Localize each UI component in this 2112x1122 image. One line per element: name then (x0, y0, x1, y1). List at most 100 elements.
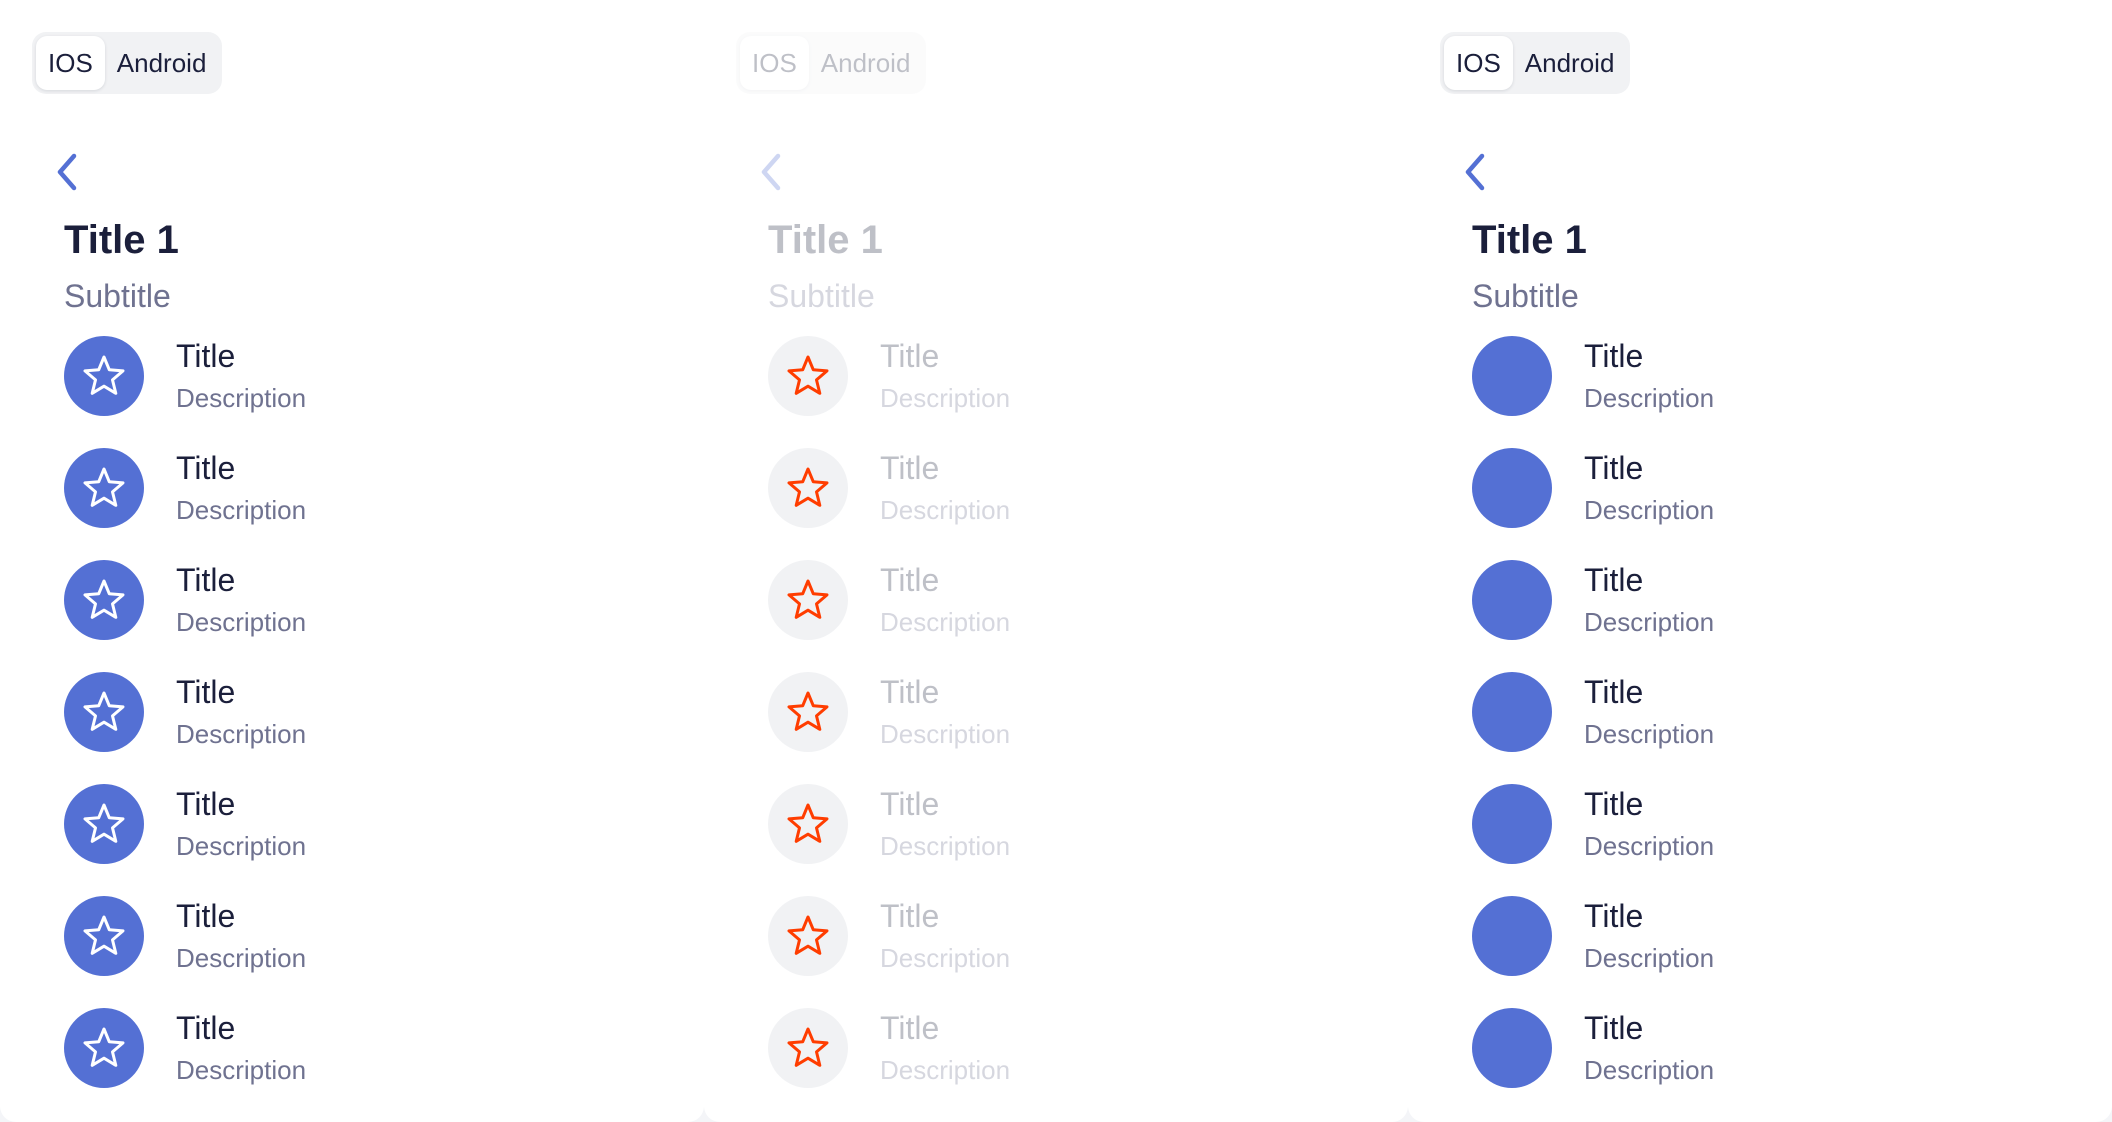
list-item-title: Title (1584, 898, 1644, 934)
avatar-placeholder (1472, 896, 1552, 976)
avatar (768, 896, 848, 976)
list-item-description: Description (176, 943, 307, 973)
page-title: Title 1 (768, 218, 883, 262)
list-item[interactable]: Title Description (64, 784, 664, 864)
list-item-title: Title (1584, 1010, 1644, 1046)
avatar-placeholder (1472, 672, 1552, 752)
chevron-left-icon (50, 148, 86, 196)
list-item-title: Title (1584, 674, 1644, 710)
platform-switcher: IOS Android (32, 32, 223, 94)
avatar (64, 672, 144, 752)
list-item-description: Description (880, 495, 1011, 525)
screen-panel-1: IOS Android Title 1 Subtitle Title Descr… (0, 0, 704, 1122)
avatar (768, 672, 848, 752)
back-button[interactable] (50, 148, 86, 196)
list-item-title: Title (1584, 786, 1644, 822)
list-item-title: Title (880, 786, 940, 822)
page-subtitle: Subtitle (1472, 278, 1579, 314)
list-item-title: Title (1584, 562, 1644, 598)
tab-ios[interactable]: IOS (36, 36, 105, 90)
list-item-description: Description (880, 831, 1011, 861)
list-item[interactable]: Title Description (1472, 896, 2072, 976)
tab-ios[interactable]: IOS (740, 36, 809, 90)
avatar (64, 1008, 144, 1088)
list-item-title: Title (1584, 450, 1644, 486)
list-item[interactable]: Title Description (64, 560, 664, 640)
avatar (64, 448, 144, 528)
list-item[interactable]: Title Description (768, 448, 1368, 528)
star-icon (80, 688, 128, 736)
list-item-description: Description (1584, 607, 1715, 637)
list-item-title: Title (880, 338, 940, 374)
list-item-description: Description (1584, 383, 1715, 413)
star-icon (784, 352, 832, 400)
avatar (768, 336, 848, 416)
page-title: Title 1 (64, 218, 179, 262)
list-item[interactable]: Title Description (768, 560, 1368, 640)
list-item-title: Title (880, 1010, 940, 1046)
star-icon (784, 688, 832, 736)
screen-panel-2: IOS Android Title 1 Subtitle Title Descr… (704, 0, 1408, 1122)
list-item[interactable]: Title Description (768, 672, 1368, 752)
list-item-description: Description (1584, 719, 1715, 749)
tab-android[interactable]: Android (105, 36, 219, 90)
star-icon (784, 800, 832, 848)
back-button[interactable] (754, 148, 790, 196)
list-item[interactable]: Title Description (768, 1008, 1368, 1088)
list-item-title: Title (176, 338, 236, 374)
tab-android[interactable]: Android (809, 36, 923, 90)
star-icon (80, 912, 128, 960)
star-icon (80, 576, 128, 624)
list-item[interactable]: Title Description (1472, 336, 2072, 416)
list-item-description: Description (1584, 495, 1715, 525)
platform-switcher: IOS Android (1440, 32, 1631, 94)
avatar-placeholder (1472, 448, 1552, 528)
list-item-description: Description (176, 719, 307, 749)
list-item-description: Description (176, 383, 307, 413)
list-item[interactable]: Title Description (64, 896, 664, 976)
list-item[interactable]: Title Description (1472, 784, 2072, 864)
list-item-title: Title (176, 898, 236, 934)
back-button[interactable] (1458, 148, 1494, 196)
list-item[interactable]: Title Description (768, 896, 1368, 976)
star-icon (80, 352, 128, 400)
list-item-title: Title (880, 898, 940, 934)
list-item[interactable]: Title Description (1472, 672, 2072, 752)
tab-ios[interactable]: IOS (1444, 36, 1513, 90)
list-item[interactable]: Title Description (1472, 1008, 2072, 1088)
list-item-description: Description (880, 383, 1011, 413)
screens-canvas: IOS Android Title 1 Subtitle Title Descr… (0, 0, 2112, 1122)
list-item[interactable]: Title Description (768, 784, 1368, 864)
list-item[interactable]: Title Description (64, 336, 664, 416)
avatar (768, 560, 848, 640)
list-item-title: Title (880, 562, 940, 598)
tab-android[interactable]: Android (1513, 36, 1627, 90)
screen-panel-3: IOS Android Title 1 Subtitle Title Descr… (1408, 0, 2112, 1122)
list-item-description: Description (176, 607, 307, 637)
chevron-left-icon (1458, 148, 1494, 196)
list-item-title: Title (176, 674, 236, 710)
chevron-left-icon (754, 148, 790, 196)
list-item[interactable]: Title Description (64, 672, 664, 752)
list-item[interactable]: Title Description (1472, 448, 2072, 528)
list-item-description: Description (176, 831, 307, 861)
list-item[interactable]: Title Description (768, 336, 1368, 416)
star-icon (784, 912, 832, 960)
star-icon (784, 576, 832, 624)
list-item-description: Description (176, 495, 307, 525)
list-item-description: Description (880, 607, 1011, 637)
list-item[interactable]: Title Description (64, 448, 664, 528)
list-item-description: Description (880, 1055, 1011, 1085)
platform-switcher: IOS Android (736, 32, 927, 94)
list-item[interactable]: Title Description (64, 1008, 664, 1088)
avatar (768, 1008, 848, 1088)
avatar-placeholder (1472, 784, 1552, 864)
list-item[interactable]: Title Description (1472, 560, 2072, 640)
list-item-description: Description (1584, 943, 1715, 973)
page-title: Title 1 (1472, 218, 1587, 262)
list-item-description: Description (176, 1055, 307, 1085)
list-item-title: Title (176, 562, 236, 598)
list-item-description: Description (880, 943, 1011, 973)
list-item-description: Description (1584, 1055, 1715, 1085)
star-icon (80, 800, 128, 848)
